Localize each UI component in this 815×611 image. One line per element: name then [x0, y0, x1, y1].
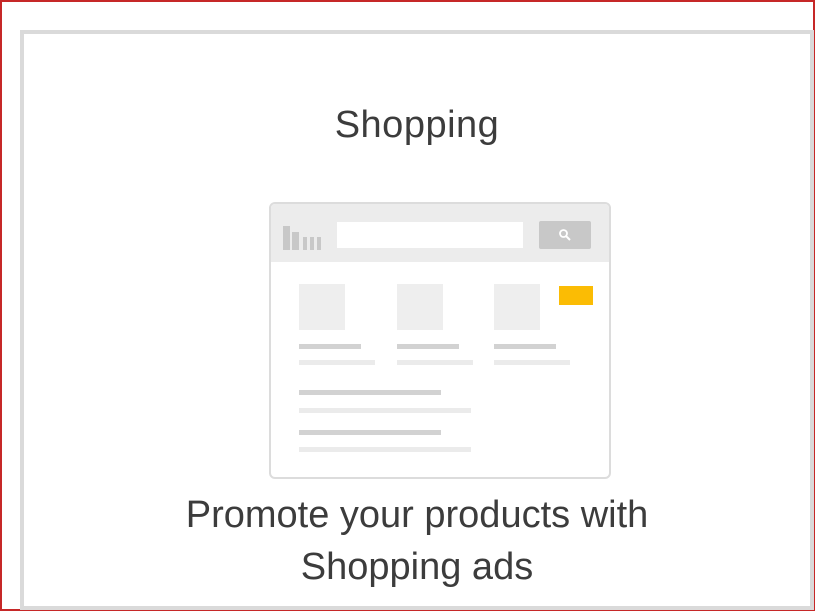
illustration-result-title-line [299, 390, 441, 395]
illustration-result-text-line [299, 408, 471, 413]
illustration-product-title-line [397, 344, 459, 349]
illustration-search-field [337, 222, 523, 248]
illustration-product-title-line [494, 344, 556, 349]
illustration-product-image [397, 284, 443, 330]
illustration-product-image [299, 284, 345, 330]
card-description-line: Promote your products with [185, 494, 649, 536]
illustration-logo [283, 222, 329, 250]
magnifier-icon [539, 221, 591, 249]
illustration-ad-badge [559, 286, 593, 305]
illustration-product-title-line [299, 344, 361, 349]
illustration-product-price-line [494, 360, 570, 365]
illustration-result-text-line [299, 447, 471, 452]
illustration-search-bar [271, 204, 609, 262]
selection-outline: Shopping Promote your products with Shop… [0, 0, 815, 611]
card-description: Promote your products with Shopping ads [24, 489, 810, 593]
illustration-product-price-line [397, 360, 473, 365]
illustration-product-price-line [299, 360, 375, 365]
card-description-line: Shopping ads [300, 546, 534, 588]
card-title: Shopping [334, 104, 500, 146]
illustration-product-image [494, 284, 540, 330]
shopping-results-page-icon [269, 202, 611, 479]
illustration-result-title-line [299, 430, 441, 435]
shopping-campaign-card[interactable]: Shopping Promote your products with Shop… [20, 30, 814, 610]
